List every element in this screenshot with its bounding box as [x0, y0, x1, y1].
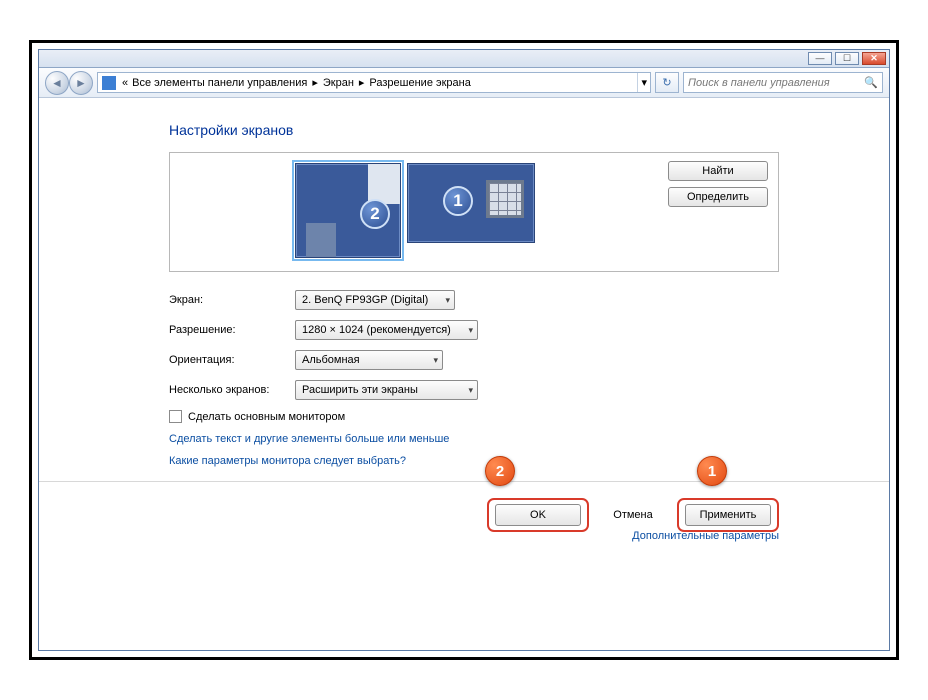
monitor-1[interactable]: 1: [407, 163, 535, 243]
annotation-badge-2: 2: [485, 456, 515, 486]
highlight-apply: Применить: [677, 498, 779, 532]
window: — ☐ ✕ ◄ ► « Все элементы панели управлен…: [38, 49, 890, 651]
monitor-decor: [486, 180, 524, 218]
content: Настройки экранов 2 1 Найти Определить Э…: [39, 98, 889, 650]
crumb-sep-icon: ▸: [309, 76, 321, 89]
titlebar: — ☐ ✕: [39, 50, 889, 68]
crumb-dropdown-icon[interactable]: ▾: [637, 73, 650, 92]
display-arrangement-box: 2 1 Найти Определить: [169, 152, 779, 272]
side-buttons: Найти Определить: [668, 159, 772, 207]
ok-button[interactable]: OK: [495, 504, 581, 526]
checkbox-label: Сделать основным монитором: [188, 411, 345, 423]
monitor-number: 1: [443, 186, 473, 216]
orientation-label: Ориентация:: [169, 354, 295, 366]
page-title: Настройки экранов: [169, 122, 779, 138]
primary-monitor-checkbox[interactable]: Сделать основным монитором: [169, 410, 779, 423]
search-icon: 🔍: [864, 76, 878, 89]
crumb-display[interactable]: Экран: [321, 77, 356, 89]
search-placeholder: Поиск в панели управления: [688, 77, 830, 89]
orientation-dropdown[interactable]: Альбомная: [295, 350, 443, 370]
crumb-sep-icon: ▸: [356, 76, 368, 89]
monitor-decor: [306, 223, 336, 257]
nav-back-button[interactable]: ◄: [45, 71, 69, 95]
resolution-label: Разрешение:: [169, 324, 295, 336]
close-button[interactable]: ✕: [862, 52, 886, 65]
crumb-resolution[interactable]: Разрешение экрана: [367, 77, 472, 89]
multi-display-dropdown[interactable]: Расширить эти экраны: [295, 380, 478, 400]
button-row: 2 1 OK Отмена Применить: [169, 482, 779, 532]
checkbox-icon: [169, 410, 182, 423]
detect-button[interactable]: Определить: [668, 187, 768, 207]
screen-label: Экран:: [169, 294, 295, 306]
screenshot-frame: — ☐ ✕ ◄ ► « Все элементы панели управлен…: [29, 40, 899, 660]
multi-label: Несколько экранов:: [169, 384, 295, 396]
breadcrumb[interactable]: « Все элементы панели управления ▸ Экран…: [97, 72, 651, 93]
crumb-all-items[interactable]: Все элементы панели управления: [130, 77, 309, 89]
search-input[interactable]: Поиск в панели управления 🔍: [683, 72, 883, 93]
find-button[interactable]: Найти: [668, 161, 768, 181]
monitor-number: 2: [360, 199, 390, 229]
crumb-prefix: «: [120, 77, 130, 89]
which-settings-link[interactable]: Какие параметры монитора следует выбрать…: [169, 455, 779, 467]
apply-button[interactable]: Применить: [685, 504, 771, 526]
navbar: ◄ ► « Все элементы панели управления ▸ Э…: [39, 68, 889, 98]
screen-dropdown[interactable]: 2. BenQ FP93GP (Digital): [295, 290, 455, 310]
cancel-button[interactable]: Отмена: [603, 504, 663, 526]
control-panel-icon: [102, 76, 116, 90]
monitor-2[interactable]: 2: [295, 163, 401, 258]
refresh-button[interactable]: ↻: [655, 72, 679, 93]
monitors-area[interactable]: 2 1: [176, 159, 654, 258]
maximize-button[interactable]: ☐: [835, 52, 859, 65]
text-size-link[interactable]: Сделать текст и другие элементы больше и…: [169, 433, 779, 445]
minimize-button[interactable]: —: [808, 52, 832, 65]
resolution-dropdown[interactable]: 1280 × 1024 (рекомендуется): [295, 320, 478, 340]
highlight-ok: OK: [487, 498, 589, 532]
nav-forward-button[interactable]: ►: [69, 71, 93, 95]
annotation-badge-1: 1: [697, 456, 727, 486]
monitor-decor: [368, 164, 400, 204]
nav-buttons: ◄ ►: [45, 71, 93, 95]
